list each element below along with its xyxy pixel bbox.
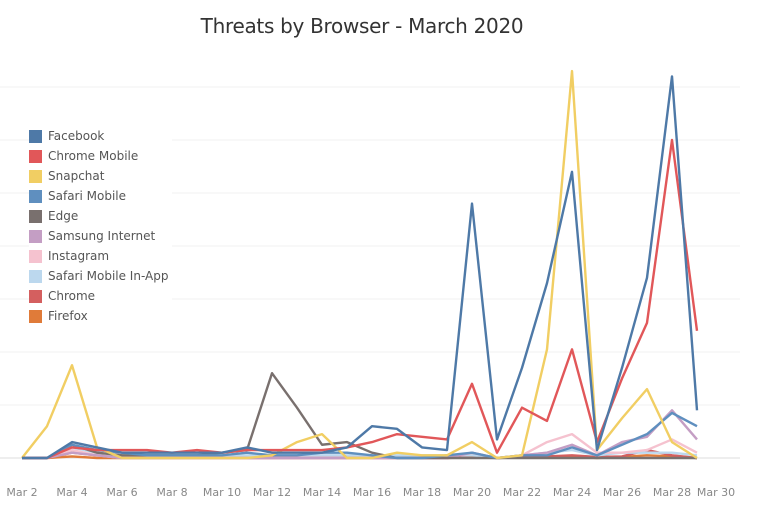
legend-label: Samsung Internet bbox=[48, 229, 156, 243]
legend-swatch bbox=[29, 189, 42, 203]
x-tick-label: Mar 30 bbox=[697, 486, 735, 499]
x-tick-label: Mar 14 bbox=[303, 486, 341, 499]
x-tick-label: Mar 16 bbox=[353, 486, 391, 499]
legend-swatch bbox=[29, 129, 42, 143]
legend-swatch bbox=[29, 269, 42, 283]
legend-label: Safari Mobile bbox=[48, 189, 126, 203]
x-axis-ticks: Mar 2 Mar 4 Mar 6 Mar 8 Mar 10 Mar 12 Mar 14 Ma… bbox=[6, 486, 735, 499]
x-tick-label: Mar 24 bbox=[553, 486, 591, 499]
x-tick-label: Mar 26 bbox=[603, 486, 641, 499]
legend-item[interactable]: Safari Mobile In-App bbox=[29, 266, 168, 286]
legend-label: Edge bbox=[48, 209, 79, 223]
x-tick-label: Mar 20 bbox=[453, 486, 491, 499]
x-tick-label: Mar 2 bbox=[6, 486, 37, 499]
legend-item[interactable]: Samsung Internet bbox=[29, 226, 168, 246]
legend-label: Snapchat bbox=[48, 169, 105, 183]
legend-item[interactable]: Chrome Mobile bbox=[29, 146, 168, 166]
legend-item[interactable]: Chrome bbox=[29, 286, 168, 306]
legend-label: Instagram bbox=[48, 249, 110, 263]
legend-swatch bbox=[29, 309, 42, 323]
x-tick-label: Mar 28 bbox=[653, 486, 691, 499]
legend-item[interactable]: Snapchat bbox=[29, 166, 168, 186]
legend-item[interactable]: Edge bbox=[29, 206, 168, 226]
legend: Facebook Chrome Mobile Snapchat Safari Mobi… bbox=[29, 126, 173, 328]
legend-label: Facebook bbox=[48, 129, 105, 143]
x-tick-label: Mar 10 bbox=[203, 486, 241, 499]
legend-label: Chrome bbox=[48, 289, 96, 303]
x-tick-label: Mar 12 bbox=[253, 486, 291, 499]
legend-item[interactable]: Facebook bbox=[29, 126, 168, 146]
x-tick-label: Mar 18 bbox=[403, 486, 441, 499]
legend-swatch bbox=[29, 209, 42, 223]
x-tick-label: Mar 6 bbox=[106, 486, 137, 499]
legend-swatch bbox=[29, 149, 42, 163]
legend-item[interactable]: Instagram bbox=[29, 246, 168, 266]
legend-label: Chrome Mobile bbox=[48, 149, 139, 163]
x-tick-label: Mar 4 bbox=[56, 486, 87, 499]
legend-item[interactable]: Safari Mobile bbox=[29, 186, 168, 206]
legend-swatch bbox=[29, 229, 42, 243]
legend-swatch bbox=[29, 289, 42, 303]
x-tick-label: Mar 22 bbox=[503, 486, 541, 499]
legend-label: Safari Mobile In-App bbox=[48, 269, 169, 283]
legend-swatch bbox=[29, 249, 42, 263]
legend-item[interactable]: Firefox bbox=[29, 306, 168, 326]
legend-label: Firefox bbox=[48, 309, 88, 323]
x-tick-label: Mar 8 bbox=[156, 486, 187, 499]
legend-swatch bbox=[29, 169, 42, 183]
